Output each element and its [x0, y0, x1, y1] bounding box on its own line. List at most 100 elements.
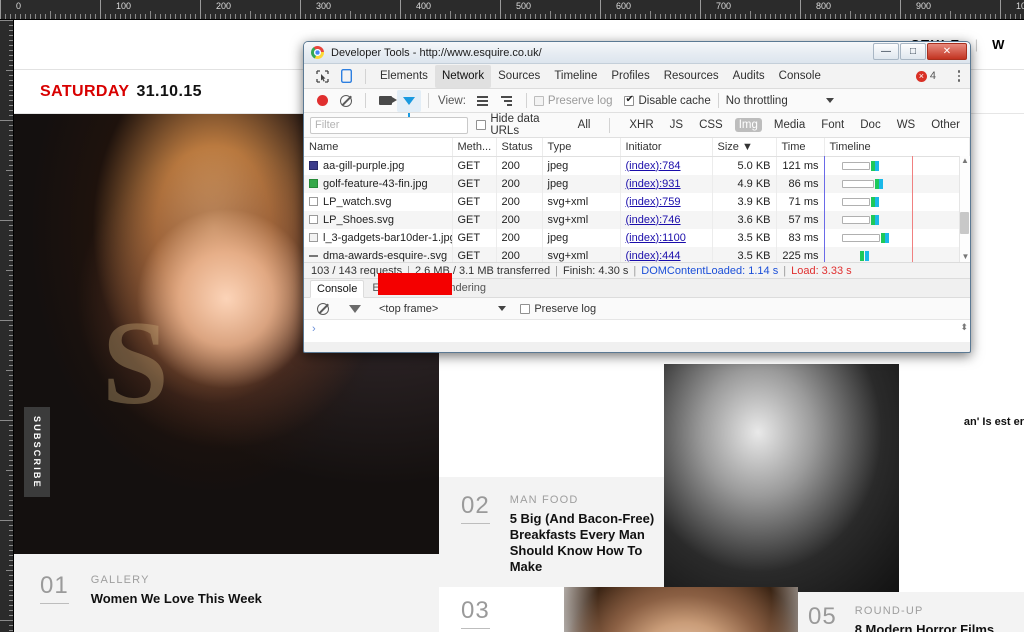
- filter-toggle-button[interactable]: [397, 89, 421, 117]
- waterfall-blue-bar: [874, 214, 879, 225]
- filter-type-xhr[interactable]: XHR: [625, 118, 657, 132]
- col-header-type[interactable]: Type: [542, 138, 621, 157]
- network-toolbar[interactable]: View: Preserve log Disable cache No thro…: [304, 89, 970, 117]
- hide-data-urls-checkbox[interactable]: Hide data URLs: [476, 113, 565, 137]
- article-headline[interactable]: 5 Big (And Bacon-Free) Breakfasts Every …: [510, 511, 656, 575]
- request-status: 200: [496, 246, 543, 262]
- col-header-name[interactable]: Name: [304, 138, 453, 157]
- waterfall-view-button[interactable]: [495, 90, 519, 112]
- article-card-01[interactable]: 01 GALLERY Women We Love This Week: [14, 554, 439, 632]
- tab-profiles[interactable]: Profiles: [604, 65, 656, 88]
- table-row[interactable]: LP_Shoes.svg GET 200 svg+xml (index):746 3.6 …: [304, 210, 970, 229]
- devtools-window[interactable]: Developer Tools - http://www.esquire.co.…: [303, 41, 971, 353]
- col-header-timeline[interactable]: Timeline: [824, 138, 970, 157]
- col-header-method[interactable]: Meth...: [452, 138, 497, 157]
- request-waterfall: [830, 229, 965, 247]
- list-view-button[interactable]: [471, 90, 495, 112]
- table-row[interactable]: LP_watch.svg GET 200 svg+xml (index):759 3.9 …: [304, 192, 970, 211]
- dash-icon: [309, 251, 318, 260]
- device-toolbar-icon[interactable]: [334, 65, 358, 87]
- table-row[interactable]: l_3-gadgets-bar10der-1.jpg GET 200 jpeg (ind…: [304, 228, 970, 247]
- nav-item-w[interactable]: W: [992, 37, 1006, 52]
- scrollbar-thumb[interactable]: [960, 212, 969, 234]
- preserve-log-checkbox[interactable]: Preserve log: [533, 95, 612, 107]
- tab-console[interactable]: Console: [772, 65, 828, 88]
- request-initiator-link[interactable]: (index):784: [626, 160, 681, 172]
- table-row[interactable]: aa-gill-purple.jpg GET 200 jpeg (index):784 5…: [304, 156, 970, 175]
- request-method: GET: [452, 174, 497, 193]
- tab-resources[interactable]: Resources: [657, 65, 726, 88]
- console-filter-button[interactable]: [343, 298, 367, 325]
- network-table-body[interactable]: aa-gill-purple.jpg GET 200 jpeg (index):784 5…: [304, 156, 970, 262]
- filter-type-font[interactable]: Font: [817, 118, 848, 132]
- request-initiator-link[interactable]: (index):444: [626, 250, 681, 262]
- network-filter-bar[interactable]: Hide data URLs All XHR JS CSS Img Media …: [304, 113, 970, 138]
- bond-photo[interactable]: [562, 587, 798, 632]
- scroll-down-icon[interactable]: ▼: [960, 252, 970, 262]
- maximize-button[interactable]: □: [900, 43, 926, 60]
- console-toolbar[interactable]: <top frame> Preserve log: [304, 298, 970, 325]
- error-counter[interactable]: × 4: [915, 70, 936, 82]
- filter-type-doc[interactable]: Doc: [856, 118, 884, 132]
- drawer-tab-console[interactable]: Console: [310, 279, 365, 298]
- tab-network[interactable]: Network: [434, 64, 492, 88]
- filter-input[interactable]: [310, 116, 469, 134]
- table-row[interactable]: dma-awards-esquire-.svg GET 200 svg+xml (ind…: [304, 246, 970, 262]
- record-button[interactable]: [310, 90, 334, 112]
- inspect-element-icon[interactable]: [310, 65, 334, 87]
- request-waterfall: [830, 211, 965, 229]
- request-initiator-link[interactable]: (index):759: [626, 196, 681, 208]
- table-header-row[interactable]: Name Meth... Status Type Initiator Size …: [304, 138, 970, 157]
- waterfall-wait-bar: [841, 161, 870, 170]
- filter-type-img[interactable]: Img: [734, 118, 762, 132]
- console-preserve-log-checkbox[interactable]: Preserve log: [520, 303, 596, 315]
- filter-type-js[interactable]: JS: [666, 118, 687, 132]
- filter-type-all[interactable]: All: [574, 118, 595, 132]
- network-table[interactable]: Name Meth... Status Type Initiator Size …: [304, 138, 970, 262]
- filter-type-css[interactable]: CSS: [695, 118, 727, 132]
- filter-type-media[interactable]: Media: [770, 118, 809, 132]
- frame-selector[interactable]: <top frame>: [379, 303, 507, 315]
- request-initiator-link[interactable]: (index):931: [626, 178, 681, 190]
- tab-elements[interactable]: Elements: [373, 65, 435, 88]
- article-card-02[interactable]: 02 MAN FOOD 5 Big (And Bacon-Free) Break…: [439, 477, 664, 587]
- request-initiator-link[interactable]: (index):746: [626, 214, 681, 226]
- filter-type-other[interactable]: Other: [927, 118, 964, 132]
- network-requests-panel[interactable]: Name Meth... Status Type Initiator Size …: [304, 138, 970, 262]
- article-card-05[interactable]: 05 ROUND-UP 8 Modern Horror Films That W…: [798, 592, 1024, 632]
- devtools-titlebar[interactable]: Developer Tools - http://www.esquire.co.…: [304, 42, 970, 64]
- tab-timeline[interactable]: Timeline: [547, 65, 604, 88]
- minimize-button[interactable]: —: [873, 43, 899, 60]
- tab-sources[interactable]: Sources: [491, 65, 547, 88]
- obscured-right-headline: an' Is est er: [963, 416, 1024, 428]
- table-row[interactable]: golf-feature-43-fin.jpg GET 200 jpeg (index)…: [304, 174, 970, 193]
- more-options-icon[interactable]: [957, 70, 960, 82]
- article-card-03[interactable]: 03 SPECIAL REPORT Is James Bond Basicall…: [439, 587, 564, 632]
- close-button[interactable]: ✕: [927, 43, 967, 60]
- monochrome-photo[interactable]: [664, 364, 899, 592]
- col-header-initiator[interactable]: Initiator: [620, 138, 713, 157]
- clear-console-button[interactable]: [311, 298, 335, 320]
- devtools-panel-tabs[interactable]: Elements Network Sources Timeline Profil…: [304, 64, 970, 89]
- chevron-down-icon: [498, 306, 507, 311]
- throttling-dropdown[interactable]: No throttling: [726, 95, 834, 107]
- article-headline[interactable]: Women We Love This Week: [91, 591, 262, 607]
- console-scroll-icon[interactable]: ⬍: [960, 322, 968, 333]
- article-headline[interactable]: 8 Modern Horror Films That Will Actually…: [855, 622, 1016, 632]
- tab-audits[interactable]: Audits: [726, 65, 772, 88]
- scroll-up-icon[interactable]: ▲: [960, 156, 970, 166]
- window-controls[interactable]: — □ ✕: [873, 43, 967, 60]
- col-header-status[interactable]: Status: [496, 138, 543, 157]
- subscribe-tab[interactable]: SUBSCRIBE: [24, 407, 50, 497]
- request-initiator-link[interactable]: (index):1100: [626, 232, 686, 244]
- col-header-time[interactable]: Time: [776, 138, 825, 157]
- disable-cache-checkbox[interactable]: Disable cache: [624, 94, 711, 107]
- capture-screenshots-button[interactable]: [373, 90, 397, 112]
- network-scrollbar[interactable]: ▲ ▼: [959, 156, 970, 262]
- clear-icon: [340, 94, 352, 107]
- console-input-area[interactable]: › ⬍: [304, 320, 970, 342]
- col-header-size[interactable]: Size ▼: [712, 138, 777, 157]
- clear-button[interactable]: [334, 90, 358, 112]
- filter-type-ws[interactable]: WS: [893, 118, 920, 132]
- checkbox-box: [476, 120, 487, 130]
